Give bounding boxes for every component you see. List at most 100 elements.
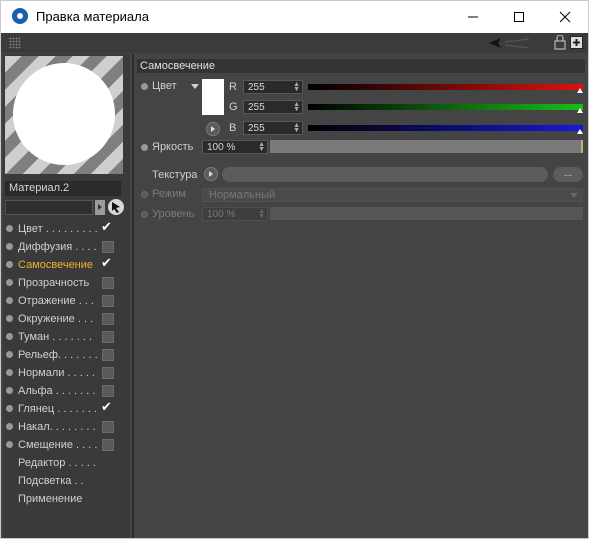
- channel-anim-dot[interactable]: [6, 423, 13, 430]
- b-slider[interactable]: [308, 125, 583, 134]
- channel-label[interactable]: Накал. . . . . . . .: [18, 421, 96, 433]
- color-swatch[interactable]: [202, 79, 224, 115]
- link-expand-button[interactable]: [95, 200, 105, 215]
- material-preview[interactable]: [5, 56, 123, 174]
- r-slider-handle[interactable]: [577, 88, 583, 93]
- channel-label[interactable]: Отражение . . .: [18, 295, 94, 307]
- channel-item[interactable]: Окружение . . .: [5, 310, 123, 328]
- toolbar: [1, 33, 588, 53]
- channel-item[interactable]: Накал. . . . . . . .: [5, 418, 123, 436]
- channel-label[interactable]: Самосвечение: [18, 259, 93, 271]
- brightness-fill: [270, 140, 583, 153]
- channel-checkbox[interactable]: [102, 313, 114, 325]
- channel-label[interactable]: Диффузия . . . .: [18, 241, 97, 253]
- brightness-slider[interactable]: [270, 140, 583, 153]
- g-slider-handle[interactable]: [577, 108, 583, 113]
- channel-anim-dot[interactable]: [6, 279, 13, 286]
- channel-checkbox[interactable]: [102, 331, 114, 343]
- material-link-field[interactable]: [5, 200, 93, 215]
- r-spinner-icon[interactable]: ▲ ▼: [293, 81, 300, 93]
- channel-item[interactable]: Самосвечение ✔: [5, 255, 123, 274]
- g-input[interactable]: 255 ▲ ▼: [243, 100, 303, 114]
- channel-label[interactable]: Смещение . . . .: [18, 439, 97, 451]
- panel-divider[interactable]: [132, 54, 134, 538]
- channel-item[interactable]: Глянец . . . . . . . ✔: [5, 399, 123, 418]
- r-slider[interactable]: [308, 84, 583, 93]
- brightness-spinner-icon[interactable]: ▲ ▼: [258, 141, 265, 153]
- channel-item[interactable]: Прозрачность: [5, 274, 123, 292]
- channel-item[interactable]: Редактор . . . . .: [5, 454, 123, 472]
- mode-label: Режим: [152, 188, 186, 200]
- channel-anim-dot[interactable]: [6, 405, 13, 412]
- picker-button[interactable]: [108, 199, 124, 215]
- channel-anim-dot[interactable]: [6, 261, 13, 268]
- back-arrow-icon[interactable]: [487, 36, 531, 50]
- channel-anim-dot[interactable]: [6, 297, 13, 304]
- channel-checkbox[interactable]: [102, 277, 114, 289]
- maximize-button[interactable]: [496, 1, 542, 33]
- channel-anim-dot[interactable]: [6, 369, 13, 376]
- color-dropdown-arrow-icon[interactable]: [191, 84, 199, 89]
- g-spinner-icon[interactable]: ▲ ▼: [293, 101, 300, 113]
- texture-options-button[interactable]: [204, 167, 218, 181]
- channel-item[interactable]: Рельеф. . . . . . .: [5, 346, 123, 364]
- grip-icon[interactable]: [9, 37, 21, 49]
- channel-anim-dot[interactable]: [6, 333, 13, 340]
- minimize-button[interactable]: [450, 1, 496, 33]
- channel-checkbox[interactable]: [102, 439, 114, 451]
- channel-label[interactable]: Глянец . . . . . . .: [18, 403, 97, 415]
- channel-label[interactable]: Нормали . . . . .: [18, 367, 95, 379]
- channel-item[interactable]: Туман . . . . . . .: [5, 328, 123, 346]
- channel-label[interactable]: Альфа . . . . . . .: [18, 385, 95, 397]
- channel-checkmark-icon[interactable]: ✔: [101, 399, 112, 415]
- channel-label[interactable]: Туман . . . . . . .: [18, 331, 92, 343]
- channel-checkbox[interactable]: [102, 349, 114, 361]
- channel-label[interactable]: Подсветка . .: [18, 475, 84, 487]
- brightness-anim-dot[interactable]: [141, 144, 148, 151]
- channel-checkbox[interactable]: [102, 295, 114, 307]
- new-window-icon[interactable]: [570, 36, 583, 49]
- channel-checkbox[interactable]: [102, 385, 114, 397]
- brightness-input[interactable]: 100 % ▲ ▼: [202, 140, 268, 154]
- channel-label[interactable]: Окружение . . .: [18, 313, 93, 325]
- channel-item[interactable]: Смещение . . . .: [5, 436, 123, 454]
- material-name-field[interactable]: Материал.2: [5, 181, 121, 196]
- channel-item[interactable]: Отражение . . .: [5, 292, 123, 310]
- g-slider[interactable]: [308, 104, 583, 113]
- channel-checkbox[interactable]: [102, 421, 114, 433]
- channel-item[interactable]: Цвет . . . . . . . . . ✔: [5, 219, 123, 238]
- channel-item[interactable]: Подсветка . .: [5, 472, 123, 490]
- section-header: Самосвечение: [137, 59, 585, 73]
- channel-anim-dot[interactable]: [6, 441, 13, 448]
- close-button[interactable]: [542, 1, 588, 33]
- channel-label[interactable]: Рельеф. . . . . . .: [18, 349, 98, 361]
- channel-item[interactable]: Нормали . . . . .: [5, 364, 123, 382]
- r-input[interactable]: 255 ▲ ▼: [243, 80, 303, 94]
- channel-checkbox[interactable]: [102, 367, 114, 379]
- texture-more-button[interactable]: ...: [553, 167, 583, 182]
- r-label: R: [229, 81, 237, 93]
- channel-label[interactable]: Цвет . . . . . . . . .: [18, 223, 98, 235]
- color-anim-dot[interactable]: [141, 83, 148, 90]
- channel-item[interactable]: Альфа . . . . . . .: [5, 382, 123, 400]
- channel-label[interactable]: Редактор . . . . .: [18, 457, 96, 469]
- channel-anim-dot[interactable]: [6, 387, 13, 394]
- channel-checkbox[interactable]: [102, 241, 114, 253]
- channel-anim-dot[interactable]: [6, 351, 13, 358]
- b-slider-handle[interactable]: [577, 129, 583, 134]
- texture-field[interactable]: [222, 167, 548, 182]
- lock-icon[interactable]: [554, 35, 566, 50]
- b-input[interactable]: 255 ▲ ▼: [243, 121, 303, 135]
- channel-item[interactable]: Диффузия . . . .: [5, 238, 123, 256]
- maximize-icon: [514, 12, 524, 22]
- channel-checkmark-icon[interactable]: ✔: [101, 255, 112, 271]
- channel-anim-dot[interactable]: [6, 225, 13, 232]
- channel-anim-dot[interactable]: [6, 243, 13, 250]
- channel-label[interactable]: Прозрачность: [18, 277, 89, 289]
- channel-label[interactable]: Применение: [18, 493, 82, 505]
- color-options-button[interactable]: [206, 122, 220, 136]
- channel-checkmark-icon[interactable]: ✔: [101, 219, 112, 235]
- b-spinner-icon[interactable]: ▲ ▼: [293, 122, 300, 134]
- channel-anim-dot[interactable]: [6, 315, 13, 322]
- channel-item[interactable]: Применение: [5, 490, 123, 508]
